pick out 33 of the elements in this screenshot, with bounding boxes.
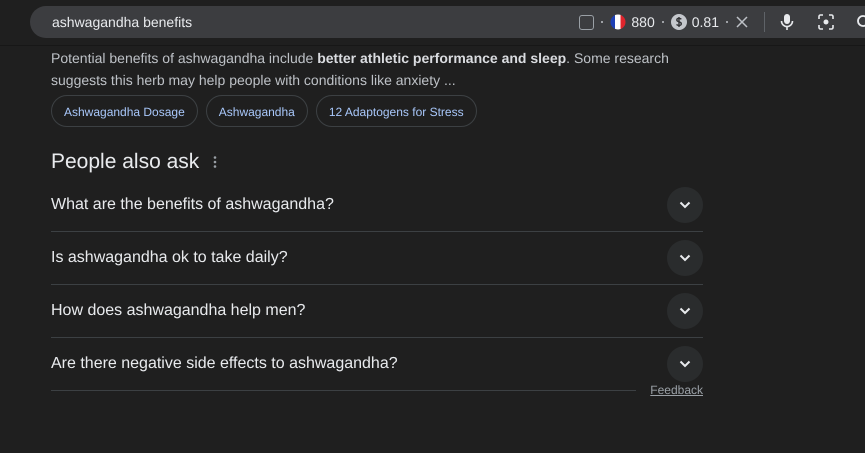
question-text[interactable]: Is ashwagandha ok to take daily? — [51, 249, 288, 267]
separator-dot — [662, 21, 664, 23]
chevron-down-icon — [679, 307, 691, 315]
question-text[interactable]: How does ashwagandha help men? — [51, 302, 306, 320]
feedback-link[interactable]: Feedback — [636, 383, 703, 397]
expand-button[interactable] — [667, 187, 703, 223]
checkbox[interactable] — [579, 14, 594, 30]
search-bar[interactable]: ashwagandha benefits 880 0.81 — [30, 6, 865, 38]
chevron-down-icon — [679, 254, 691, 262]
section-title: People also ask — [51, 150, 200, 174]
count-text: 880 — [631, 14, 655, 30]
expand-button[interactable] — [667, 240, 703, 276]
related-search-chip[interactable]: Ashwagandha Dosage — [51, 95, 198, 127]
separator-dot — [726, 21, 728, 23]
microphone-icon[interactable] — [780, 13, 794, 31]
expand-button[interactable] — [667, 346, 703, 382]
camera-icon[interactable] — [817, 13, 835, 31]
flag-icon — [610, 14, 626, 30]
close-icon[interactable] — [735, 15, 749, 29]
chevron-down-icon — [679, 201, 691, 209]
search-icon[interactable] — [855, 14, 865, 30]
related-search-chip[interactable]: Ashwagandha — [206, 95, 308, 127]
dollar-icon — [670, 14, 687, 30]
separator-dot — [601, 21, 604, 23]
score-text: 0.81 — [692, 14, 719, 30]
expand-button[interactable] — [667, 293, 703, 329]
search-query: ashwagandha benefits — [52, 14, 192, 30]
question-text[interactable]: What are the benefits of ashwagandha? — [51, 196, 334, 214]
question-text[interactable]: Are there negative side effects to ashwagandha? — [51, 355, 398, 373]
related-search-chip[interactable]: 12 Adaptogens for Stress — [316, 95, 477, 127]
snippet-text: Potential benefits of ashwagandha include better athletic performance and sleep. Some research suggests this herb may help people with conditions like anxiety ... — [51, 49, 670, 90]
chevron-down-icon — [679, 360, 691, 368]
more-options-icon[interactable] — [213, 155, 218, 169]
